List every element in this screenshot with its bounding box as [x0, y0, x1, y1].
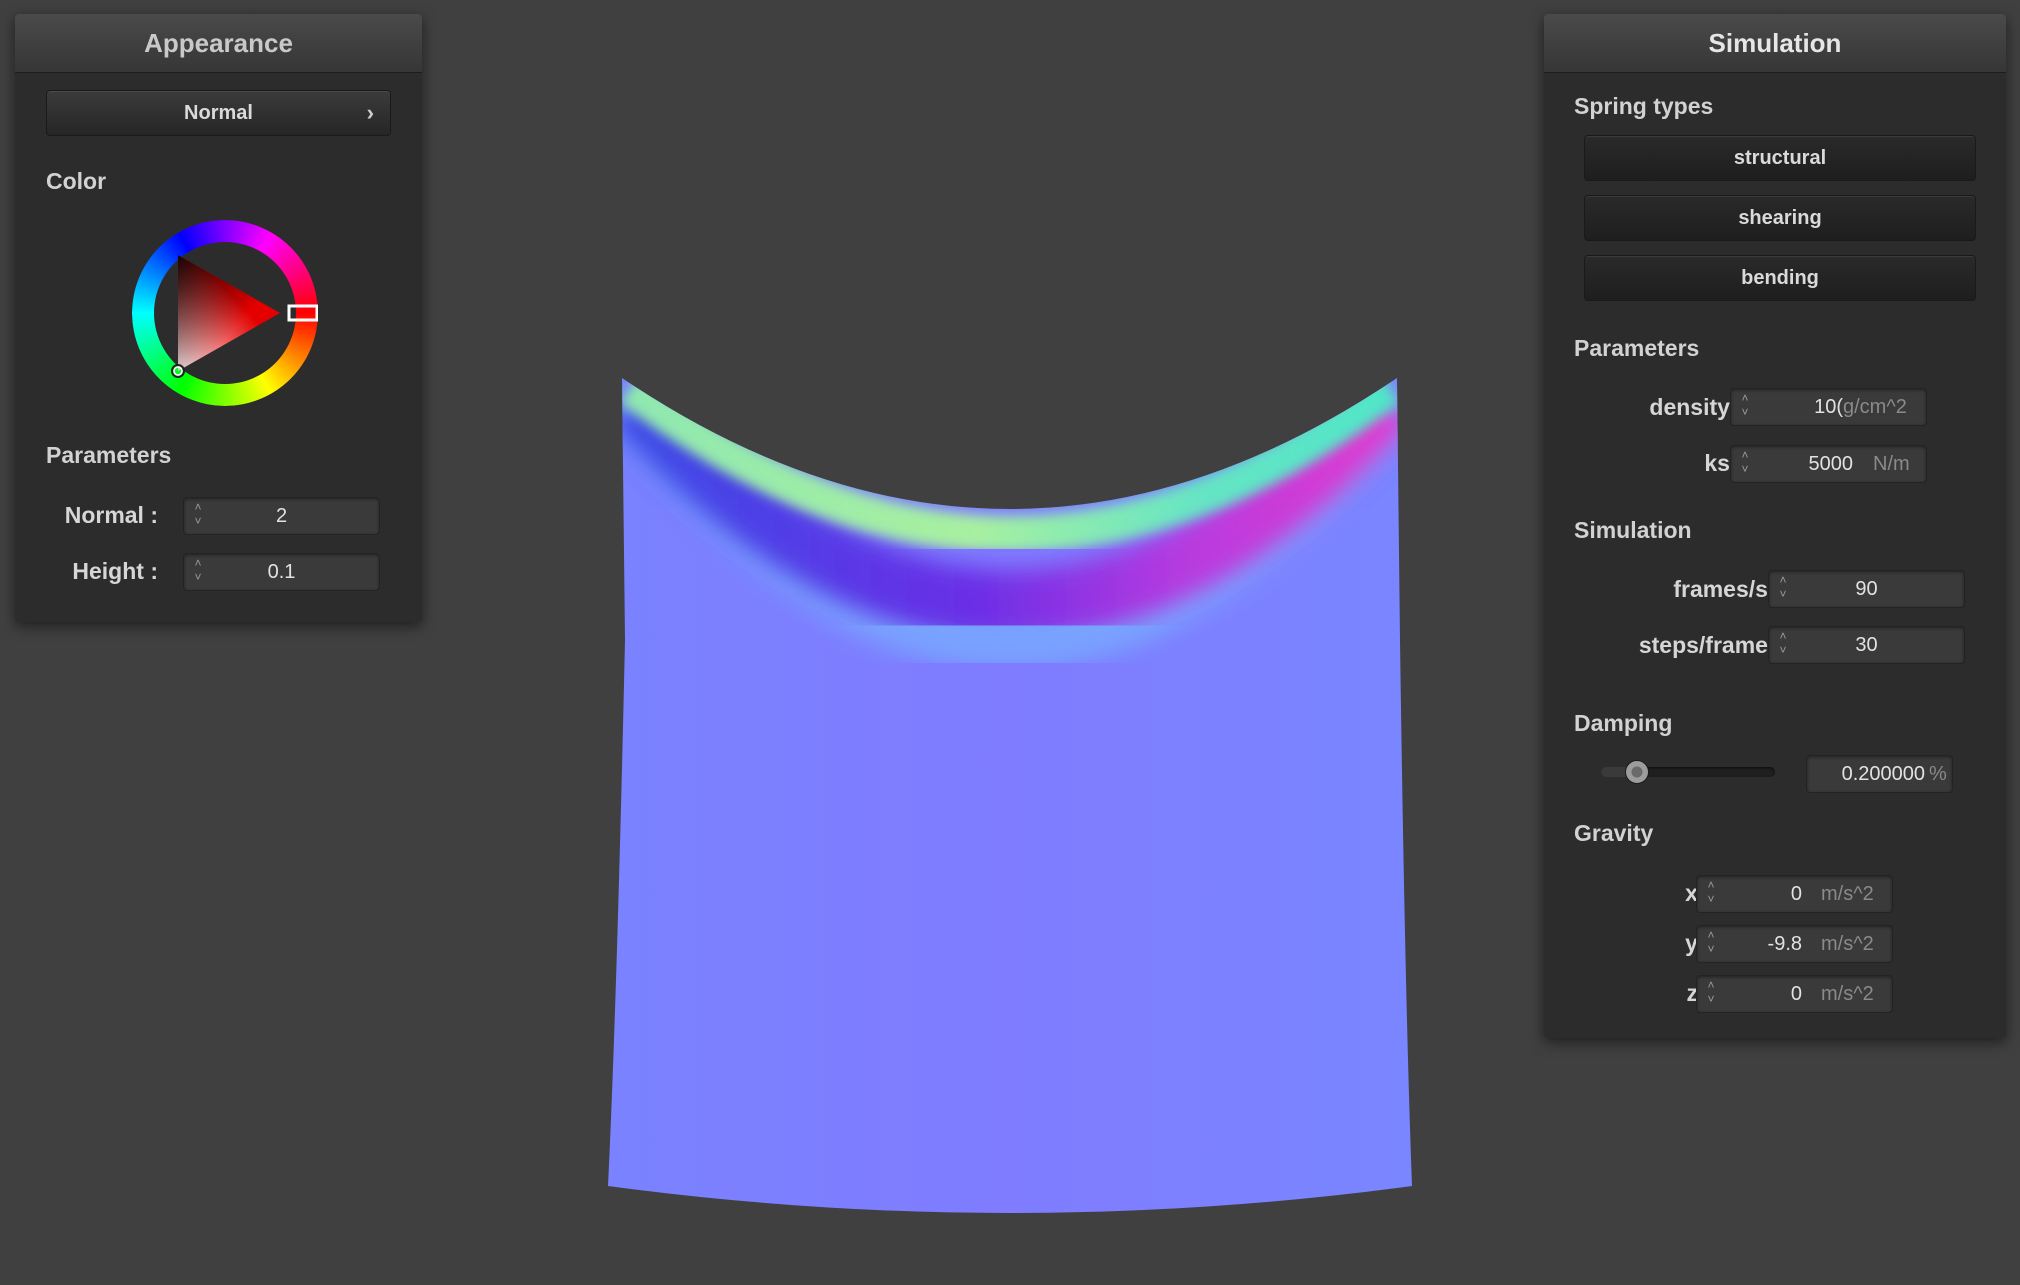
steps-per-frame-label: steps/frame :: [1638, 632, 1782, 658]
up-down-spinner-icon[interactable]: ˄ ˅: [1703, 878, 1719, 910]
spring-shearing-button[interactable]: shearing: [1584, 195, 1976, 241]
density-label: density :: [1649, 394, 1744, 420]
height-label: Height :: [72, 558, 158, 584]
spring-types-label: Spring types: [1574, 93, 1714, 119]
gravity-y-label: y :: [1685, 930, 1712, 956]
gravity-z-value: 0: [1790, 983, 1802, 1005]
frames-per-sec-value: 90: [1855, 578, 1878, 600]
up-down-spinner-icon[interactable]: ˄ ˅: [1703, 978, 1719, 1010]
gravity-x-label: x :: [1685, 880, 1712, 906]
density-unit: g/cm^2: [1843, 396, 1907, 418]
gravity-x-input[interactable]: ˄ ˅ 0 m/s^2: [1696, 875, 1893, 913]
gravity-z-input[interactable]: ˄ ˅ 0 m/s^2: [1696, 975, 1893, 1013]
ks-label: ks :: [1704, 450, 1744, 476]
ks-input[interactable]: ˄ ˅ 5000 N/m: [1730, 445, 1927, 483]
damping-unit: %: [1929, 763, 1947, 785]
damping-value: 0.200000: [1841, 763, 1925, 785]
normal-value: 2: [275, 505, 288, 527]
shader-dropdown-value: Normal: [184, 102, 253, 124]
appearance-parameters-label: Parameters: [46, 442, 172, 468]
sim-parameters-label: Parameters: [1574, 335, 1700, 361]
color-section-label: Color: [46, 168, 107, 194]
ks-unit: N/m: [1873, 453, 1910, 475]
color-picker[interactable]: [132, 220, 319, 406]
steps-per-frame-value: 30: [1855, 634, 1878, 656]
gravity-x-unit: m/s^2: [1821, 883, 1874, 905]
normal-label: Normal :: [64, 502, 158, 528]
height-input[interactable]: ˄ ˅ 0.1: [183, 553, 380, 591]
damping-label: Damping: [1574, 710, 1673, 736]
saturation-value-triangle[interactable]: [178, 255, 280, 371]
ks-value: 5000: [1808, 453, 1854, 475]
gravity-y-unit: m/s^2: [1821, 933, 1874, 955]
spring-bending-button[interactable]: bending: [1584, 255, 1976, 301]
simulation-section-label: Simulation: [1574, 517, 1692, 543]
gravity-y-value: -9.8: [1767, 933, 1802, 955]
shader-dropdown[interactable]: Normal ›: [46, 90, 391, 136]
damping-slider[interactable]: [1601, 760, 1775, 784]
density-input[interactable]: ˄ ˅ 10( g/cm^2: [1730, 388, 1927, 426]
density-value: 10(: [1814, 396, 1843, 418]
up-down-spinner-icon[interactable]: ˄ ˅: [1703, 928, 1719, 960]
damping-input[interactable]: 0.200000 %: [1806, 755, 1953, 793]
normal-input[interactable]: ˄ ˅ 2: [183, 497, 380, 535]
chevron-right-icon: ›: [366, 100, 374, 125]
simulation-panel-title: Simulation: [1544, 14, 2006, 73]
frames-per-sec-input[interactable]: ˄ ˅ 90: [1768, 570, 1965, 608]
frames-per-sec-label: frames/s :: [1673, 576, 1782, 602]
spring-structural-button[interactable]: structural: [1584, 135, 1976, 181]
steps-per-frame-input[interactable]: ˄ ˅ 30: [1768, 626, 1965, 664]
appearance-panel: Appearance Normal › Color Parameters Nor…: [15, 14, 422, 622]
height-value: 0.1: [267, 561, 296, 583]
gravity-x-value: 0: [1790, 883, 1802, 905]
appearance-panel-title: Appearance: [15, 14, 422, 73]
gravity-z-label: z :: [1686, 980, 1712, 1006]
gravity-z-unit: m/s^2: [1821, 983, 1874, 1005]
damping-slider-handle[interactable]: [1624, 760, 1649, 784]
gravity-label: Gravity: [1574, 820, 1654, 846]
up-down-spinner-icon[interactable]: ˄ ˅: [1737, 448, 1753, 480]
gravity-y-input[interactable]: ˄ ˅ -9.8 m/s^2: [1696, 925, 1893, 963]
simulation-panel: Simulation Spring types structural shear…: [1544, 14, 2006, 1038]
up-down-spinner-icon[interactable]: ˄ ˅: [1737, 391, 1753, 423]
